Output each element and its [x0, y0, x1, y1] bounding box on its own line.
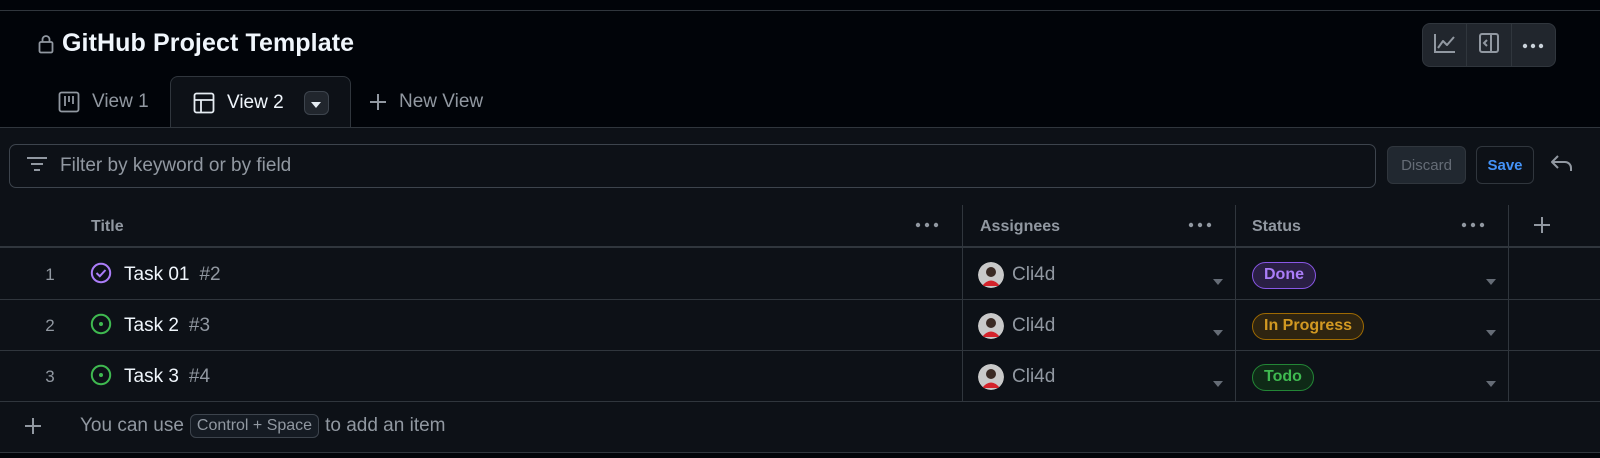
- issue-title-link[interactable]: Task 01: [124, 264, 189, 286]
- table-row[interactable]: 2 Task 2 #3 Cli4d In Progress: [0, 301, 1600, 351]
- assignee-cell[interactable]: Cli4d: [978, 250, 1055, 300]
- table-bottom-border: [0, 452, 1600, 453]
- row-number: 2: [45, 316, 55, 335]
- top-actions-group: [1422, 23, 1556, 67]
- title-cell: Task 2 #3: [90, 301, 210, 351]
- keyboard-shortcut: Control + Space: [189, 414, 320, 438]
- new-view-button[interactable]: New View: [369, 76, 483, 128]
- status-badge: Todo: [1252, 363, 1314, 391]
- filter-icon: [26, 156, 48, 177]
- triangle-down-icon[interactable]: [1486, 374, 1496, 392]
- tab-view-2[interactable]: View 2: [170, 76, 351, 128]
- tab-label: New View: [399, 91, 484, 112]
- project-title: GitHub Project Template: [62, 29, 355, 57]
- triangle-down-icon[interactable]: [1486, 323, 1496, 341]
- tab-label: View 2: [227, 91, 284, 113]
- assignee-name: Cli4d: [1012, 315, 1056, 336]
- issue-closed-icon: [90, 262, 112, 289]
- project-header: GitHub Project Template View 1 View 2 Ne…: [0, 11, 1600, 128]
- assignee-cell[interactable]: Cli4d: [978, 352, 1055, 402]
- issue-number: #3: [188, 315, 211, 336]
- side-panel-icon: [1478, 32, 1500, 59]
- status-cell[interactable]: Done: [1252, 250, 1316, 300]
- tab-label: View 1: [92, 91, 149, 112]
- title-column-menu[interactable]: [915, 215, 939, 233]
- view-tabs: View 1 View 2 New View: [0, 76, 1600, 128]
- add-item-plus-icon[interactable]: [24, 417, 42, 440]
- filter-placeholder: Filter by keyword or by field: [60, 155, 292, 176]
- plus-icon: [369, 93, 387, 111]
- discard-button[interactable]: Discard: [1387, 146, 1466, 184]
- assignee-name: Cli4d: [1012, 264, 1056, 285]
- status-column-menu[interactable]: [1461, 215, 1485, 233]
- status-badge: In Progress: [1252, 312, 1365, 340]
- issue-number: #4: [188, 366, 211, 387]
- avatar: [978, 364, 1004, 390]
- more-options-button[interactable]: [1512, 24, 1555, 66]
- row-number: 1: [45, 265, 55, 284]
- hint-text: You can use: [80, 415, 184, 436]
- tab-view-1[interactable]: View 1: [58, 76, 149, 128]
- triangle-down-icon[interactable]: [1486, 272, 1496, 290]
- column-header-assignees[interactable]: Assignees: [980, 205, 1060, 248]
- avatar: [978, 262, 1004, 288]
- add-item-hint: You can use Control + Space to add an it…: [80, 414, 446, 438]
- issue-title-link[interactable]: Task 2: [124, 315, 179, 337]
- filter-bar: Filter by keyword or by field Discard Sa…: [0, 128, 1600, 204]
- insights-button[interactable]: [1423, 24, 1468, 66]
- table-header: Title Assignees Status: [0, 205, 1600, 248]
- insights-icon: [1433, 32, 1457, 59]
- status-cell[interactable]: In Progress: [1252, 301, 1365, 351]
- assignee-cell[interactable]: Cli4d: [978, 301, 1055, 351]
- table-icon: [193, 92, 215, 114]
- title-cell: Task 01 #2: [90, 250, 221, 300]
- items-table: Title Assignees Status 1 Task 01 #2 Cli4…: [0, 204, 1600, 452]
- issue-open-icon: [90, 364, 112, 391]
- triangle-down-icon[interactable]: [1213, 323, 1223, 341]
- filter-input[interactable]: Filter by keyword or by field: [9, 144, 1376, 188]
- row-number: 3: [45, 367, 55, 386]
- add-field-plus-icon[interactable]: [1533, 216, 1551, 239]
- view-options-dropdown[interactable]: [303, 90, 329, 115]
- assignee-name: Cli4d: [1012, 366, 1056, 387]
- avatar: [978, 313, 1004, 339]
- table-row[interactable]: 1 Task 01 #2 Cli4d Done: [0, 250, 1600, 300]
- status-badge: Done: [1252, 261, 1316, 289]
- issue-open-icon: [90, 313, 112, 340]
- status-cell[interactable]: Todo: [1252, 352, 1314, 402]
- lock-icon: [38, 32, 56, 56]
- save-button[interactable]: Save: [1476, 146, 1534, 184]
- title-cell: Task 3 #4: [90, 352, 210, 402]
- column-header-title[interactable]: Title: [91, 205, 124, 248]
- hint-text: to add an item: [325, 415, 446, 436]
- undo-icon[interactable]: [1550, 153, 1574, 178]
- triangle-down-icon[interactable]: [1213, 374, 1223, 392]
- issue-title-link[interactable]: Task 3: [124, 366, 179, 388]
- triangle-down-icon[interactable]: [1213, 272, 1223, 290]
- side-panel-button[interactable]: [1467, 24, 1512, 66]
- assignees-column-menu[interactable]: [1188, 215, 1212, 233]
- title-row: GitHub Project Template: [38, 29, 354, 58]
- board-icon: [58, 91, 80, 113]
- triangle-down-icon: [311, 92, 322, 114]
- kebab-icon: [1522, 36, 1544, 54]
- add-item-row[interactable]: You can use Control + Space to add an it…: [0, 402, 1600, 452]
- column-header-status[interactable]: Status: [1252, 205, 1301, 248]
- table-row[interactable]: 3 Task 3 #4 Cli4d Todo: [0, 352, 1600, 402]
- issue-number: #2: [199, 264, 221, 285]
